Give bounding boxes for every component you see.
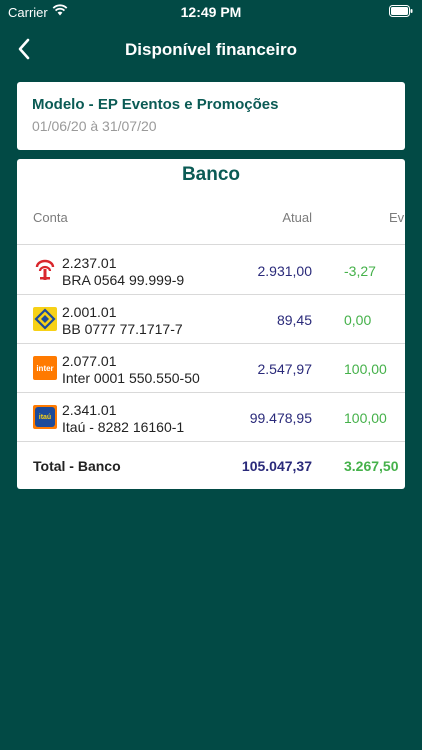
battery-icon [389, 5, 413, 17]
atual-value: 99.478,95 [249, 410, 312, 426]
divider [17, 441, 405, 442]
column-header-conta: Conta [33, 210, 68, 225]
total-atual-value: 105.047,37 [241, 458, 312, 474]
bradesco-logo-icon [33, 258, 57, 282]
itau-logo-icon: itaú [33, 405, 57, 429]
company-title: Modelo - EP Eventos e Promoções [32, 96, 279, 113]
date-period: 01/06/20 à 31/07/20 [32, 118, 157, 134]
atual-value: 89,45 [276, 312, 312, 328]
bank-section-title: Banco [181, 164, 241, 185]
status-time: 12:49 PM [180, 4, 242, 20]
inter-logo-icon: inter [33, 356, 57, 380]
total-ev-value: 3.267,50 [344, 458, 399, 474]
account-code: 2.001.01 [62, 304, 117, 320]
ev-value: -3,27 [344, 263, 376, 279]
account-code: 2.341.01 [62, 402, 117, 418]
ev-value: 100,00 [344, 361, 387, 377]
bank-card: Banco Conta Atual Ev 2.237.01 BRA 0564 9… [17, 159, 405, 489]
status-bar: Carrier 12:49 PM [0, 0, 422, 24]
atual-value: 2.547,97 [257, 361, 313, 377]
table-row[interactable]: inter 2.077.01 Inter 0001 550.550-50 2.5… [17, 343, 405, 392]
account-name: Itaú - 8282 16160-1 [62, 419, 185, 435]
account-name: Inter 0001 550.550-50 [62, 370, 200, 386]
column-header-atual: Atual [282, 210, 312, 225]
table-row[interactable]: 2.237.01 BRA 0564 99.999-9 2.931,00 -3,2… [17, 245, 405, 294]
account-name: BB 0777 77.1717-7 [62, 321, 183, 337]
nav-bar: Disponível financeiro [0, 30, 422, 70]
page-title: Disponível financeiro [125, 40, 297, 59]
ev-value: 0,00 [344, 312, 372, 328]
table-row[interactable]: itaú 2.341.01 Itaú - 8282 16160-1 99.478… [17, 392, 405, 441]
table-row[interactable]: 2.001.01 BB 0777 77.1717-7 89,45 0,00 [17, 294, 405, 343]
column-header-ev: Ev [389, 210, 405, 225]
ev-value: 100,00 [344, 410, 387, 426]
banco-do-brasil-logo-icon [33, 307, 57, 331]
company-info-card[interactable]: Modelo - EP Eventos e Promoções 01/06/20… [17, 82, 405, 150]
account-name: BRA 0564 99.999-9 [62, 272, 185, 288]
total-label: Total - Banco [33, 458, 121, 474]
atual-value: 2.931,00 [257, 263, 313, 279]
account-code: 2.237.01 [62, 255, 117, 271]
account-code: 2.077.01 [62, 353, 117, 369]
